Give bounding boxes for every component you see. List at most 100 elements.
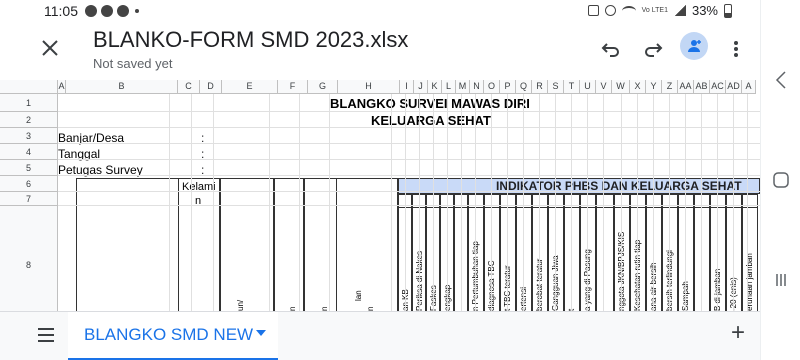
table-column — [304, 178, 337, 311]
column-header[interactable]: K — [428, 80, 442, 94]
spreadsheet-grid[interactable]: A B C D E F G H I J K L M N O P Q R S T U V W X Y Z AA AB AC AD A 1234… — [0, 80, 760, 311]
column-header[interactable]: AD — [726, 80, 742, 94]
column-header[interactable]: X — [630, 80, 646, 94]
gridline — [213, 94, 214, 311]
table-column — [220, 178, 274, 311]
column-header[interactable]: I — [400, 80, 414, 94]
recents-icon — [776, 274, 786, 286]
gridline — [491, 94, 492, 311]
column-header[interactable]: M — [456, 80, 470, 94]
indicator-column — [694, 194, 710, 311]
status-time: 11:05 — [44, 3, 78, 19]
column-header[interactable]: Q — [516, 80, 532, 94]
gridline — [747, 94, 748, 311]
column-header[interactable]: J — [414, 80, 428, 94]
gridline — [701, 94, 702, 311]
gridline — [507, 94, 508, 311]
gridline — [191, 94, 192, 311]
indicator-column — [596, 194, 614, 311]
indicator-column — [564, 194, 580, 311]
undo-button[interactable] — [598, 36, 624, 62]
battery-icon — [724, 3, 732, 18]
sheet-title: BLANGKO SURVEI MAWAS DIRI — [330, 96, 530, 111]
column-header[interactable]: S — [548, 80, 564, 94]
cell-area[interactable]: BLANGKO SURVEI MAWAS DIRI KELUARGA SEHAT… — [58, 94, 760, 311]
column-header[interactable]: AC — [710, 80, 726, 94]
column-header[interactable]: E — [222, 80, 278, 94]
column-header[interactable]: A — [742, 80, 756, 94]
gridline — [58, 111, 760, 112]
gridline — [329, 94, 330, 311]
gridline — [539, 94, 540, 311]
volte-label: Vo LTE1 — [641, 7, 668, 14]
gridline — [685, 94, 686, 311]
chevron-left-icon — [775, 71, 786, 89]
column-header[interactable]: L — [442, 80, 456, 94]
column-header[interactable]: G — [308, 80, 338, 94]
gridline — [603, 94, 604, 311]
gridline — [405, 94, 406, 311]
gridline — [733, 94, 734, 311]
gridline — [58, 191, 760, 192]
home-button[interactable] — [761, 172, 800, 188]
redo-icon — [645, 43, 663, 57]
column-header[interactable]: O — [484, 80, 500, 94]
row-header[interactable]: 5 — [0, 160, 58, 176]
row-header[interactable]: 6 — [0, 176, 58, 192]
share-button[interactable] — [680, 32, 708, 60]
back-button[interactable] — [761, 70, 800, 90]
battery-percentage: 33% — [691, 3, 718, 18]
row-header[interactable]: 4 — [0, 144, 58, 160]
row-header[interactable]: 2 — [0, 112, 58, 128]
gridline — [669, 94, 670, 311]
row-header[interactable]: 8 — [0, 206, 58, 311]
navigation-rail — [760, 0, 800, 360]
close-icon — [42, 40, 58, 56]
column-header[interactable]: U — [580, 80, 596, 94]
notification-icon — [85, 5, 97, 17]
sheet-list-button[interactable] — [36, 326, 56, 344]
file-title: BLANKO-FORM SMD 2023.xlsx — [93, 27, 409, 52]
recents-button[interactable] — [761, 272, 800, 288]
column-header[interactable]: C — [178, 80, 200, 94]
row-header[interactable]: 1 — [0, 94, 58, 112]
gridline — [391, 94, 392, 311]
gridline — [523, 94, 524, 311]
alarm-icon — [604, 5, 616, 16]
gridline — [269, 94, 270, 311]
sheet-tab-blangko-smd-new[interactable]: BLANGKO SMD NEW — [68, 312, 278, 360]
column-header[interactable]: H — [338, 80, 400, 94]
undo-icon — [601, 43, 619, 57]
gridline — [433, 94, 434, 311]
column-header[interactable]: R — [532, 80, 548, 94]
column-header[interactable]: W — [612, 80, 630, 94]
row-header[interactable]: 7 — [0, 192, 58, 206]
status-bar: 11:05 Vo LTE1 33% — [0, 0, 760, 24]
column-header[interactable]: T — [564, 80, 580, 94]
gridline — [419, 94, 420, 311]
system-status-icons: Vo LTE1 33% — [587, 3, 732, 18]
redo-button[interactable] — [640, 36, 666, 62]
column-header[interactable]: B — [66, 80, 178, 94]
sheet-subtitle: KELUARGA SEHAT — [371, 113, 491, 128]
column-header[interactable]: A — [58, 80, 66, 94]
column-header[interactable]: P — [500, 80, 516, 94]
column-header[interactable]: N — [470, 80, 484, 94]
column-header[interactable]: D — [200, 80, 222, 94]
signal-icon — [673, 5, 686, 16]
column-header[interactable]: Y — [646, 80, 662, 94]
column-header[interactable]: Z — [662, 80, 678, 94]
column-header[interactable]: F — [278, 80, 308, 94]
column-header[interactable]: AA — [678, 80, 694, 94]
gridline — [461, 94, 462, 311]
close-button[interactable] — [38, 36, 62, 60]
save-status: Not saved yet — [93, 56, 173, 71]
row-header[interactable]: 3 — [0, 128, 58, 144]
gridline — [58, 143, 760, 144]
add-sheet-button[interactable]: + — [726, 321, 750, 346]
more-options-button[interactable] — [723, 36, 749, 62]
column-header[interactable]: V — [596, 80, 612, 94]
column-header[interactable]: AB — [694, 80, 710, 94]
select-all-corner[interactable] — [0, 80, 58, 94]
dropdown-arrow-icon[interactable] — [256, 330, 266, 336]
